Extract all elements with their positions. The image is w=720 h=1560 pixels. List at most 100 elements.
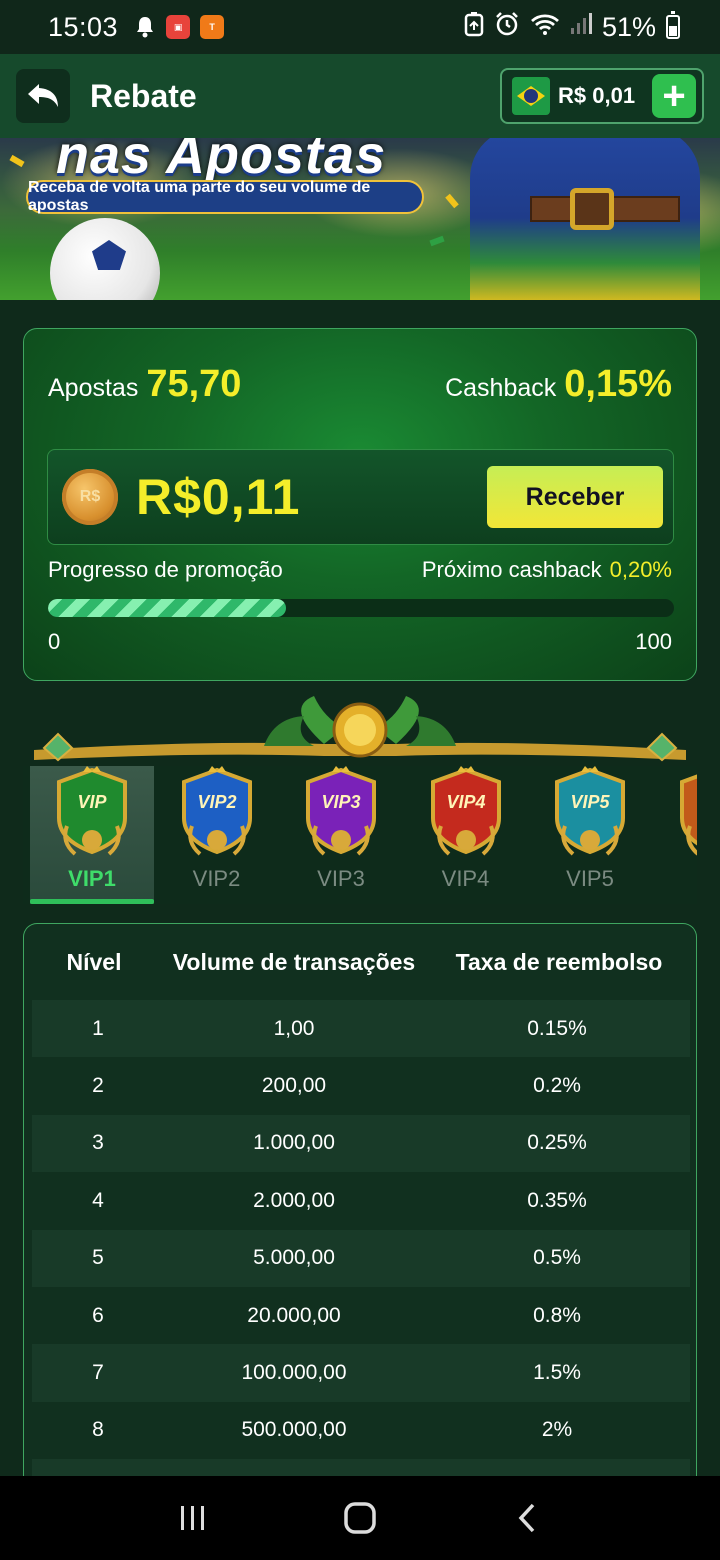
vip-ornament-decoration [34,696,686,762]
vip-tab-1[interactable]: VIP VIP1 [30,766,154,904]
vip-badge-text: VIP2 [197,792,236,812]
vip-badge-icon: VIP2 [181,766,252,856]
back-nav-button[interactable] [497,1488,557,1548]
brazil-flag-icon [512,77,550,115]
vip-badge-icon: VIP [57,766,127,856]
balance-amount: R$ 0,01 [558,83,636,108]
balance-box[interactable]: R$ 0,01 + [500,68,704,124]
rate-cell: 0.35% [527,1188,587,1212]
vip-tab-4[interactable]: VIP4 VIP4 [404,766,528,904]
volume-cell: 1,00 [273,1016,315,1040]
table-row: 8 500.000,00 2% [32,1402,690,1459]
cashback-value: 0,15% [564,363,672,405]
vip-tab-label: VIP3 [317,866,365,891]
header-rate: Taxa de reembolso [455,948,663,975]
cashback-card: Apostas 75,70 Cashback 0,15% R$ R$0,11 R… [23,328,697,681]
progress-fill [48,599,286,617]
vip-badge-icon: VIP3 [306,766,376,856]
level-cell: 5 [92,1246,104,1270]
bets-label: Apostas [48,374,139,402]
progress-max: 100 [635,629,672,654]
volume-cell: 1.000,00 [253,1131,335,1155]
battery-icon [666,11,680,39]
storage-icon [464,11,484,44]
progress-bar [48,599,674,617]
table-row: 2 200,00 0.2% [32,1057,690,1114]
home-icon [344,1502,376,1534]
recent-apps-button[interactable] [163,1488,223,1548]
rebate-table: Nível Volume de transações Taxa de reemb… [23,923,697,1483]
volume-cell: 100.000,00 [241,1361,347,1385]
vip-badge-icon [679,774,697,856]
bell-icon [134,15,156,39]
table-row: 7 100.000,00 1.5% [32,1344,690,1402]
battery-percent: 51% [601,11,656,42]
header-level: Nível [66,948,122,975]
vip-tab-label: VIP5 [566,866,614,891]
home-button[interactable] [330,1488,390,1548]
progress-min: 0 [48,629,61,654]
page-title: Rebate [90,77,197,114]
alarm-icon [494,11,520,44]
rate-cell: 0.25% [527,1131,587,1155]
vip-badge-text: VIP [77,792,107,812]
vip-tab-label: VIP2 [192,866,241,891]
bets-value: 75,70 [146,363,242,405]
level-cell: 3 [92,1131,104,1155]
progress-label: Progresso de promoção [48,557,283,582]
app-icon: ▣ [166,15,191,39]
vip-tab-label: VIP4 [441,866,490,891]
back-chevron-icon [518,1503,534,1533]
rate-cell: 0.2% [533,1074,581,1098]
recent-apps-icon [181,1506,205,1530]
banner-subtitle: Receba de volta uma parte do seu volume … [26,179,424,214]
level-cell: 2 [92,1074,104,1098]
status-time: 15:03 [48,11,119,42]
vip-tab-2[interactable]: VIP2 VIP2 [155,766,279,904]
table-row: 4 2.000,00 0.35% [32,1172,690,1229]
volume-cell: 5.000,00 [253,1246,335,1270]
status-bar: 15:03 ▣ T 51% [0,0,720,54]
vip-tab-3[interactable]: VIP3 VIP3 [279,766,403,904]
header-volume: Volume de transações [172,948,416,975]
header: Rebate R$ 0,01 + [0,54,720,138]
level-cell: 6 [92,1303,104,1327]
vip-tab-label: VIP1 [68,866,116,891]
rate-cell: 0.5% [533,1246,581,1270]
volume-cell: 2.000,00 [253,1188,335,1212]
back-arrow-icon [28,84,58,107]
vip-badge-text: VIP3 [321,792,360,812]
next-cashback-label: Próximo cashback [421,557,602,582]
cashback-amount: R$0,11 [136,469,301,525]
volume-cell: 500.000,00 [241,1418,347,1442]
signal-icon [570,12,592,43]
table-row: 3 1.000,00 0.25% [32,1114,690,1173]
soccer-ball-icon [50,218,160,300]
table-header: Nível Volume de transações Taxa de reemb… [24,924,696,1000]
rate-cell: 0.8% [533,1303,581,1327]
ball-buckle-icon [570,188,614,230]
vip-tab-5[interactable]: VIP5 VIP5 [528,766,652,904]
table-row: 6 20.000,00 0.8% [32,1287,690,1344]
volume-cell: 20.000,00 [247,1303,341,1327]
vip-badge-text: VIP5 [570,792,610,812]
level-cell: 1 [92,1016,104,1040]
vip-tab-6[interactable]: V [653,766,697,904]
vip-badge-text: VIP4 [446,792,485,812]
level-cell: 4 [92,1188,104,1212]
vip-level-tabs: VIP VIP1 VIP2 VIP2 VIP3 VIP3 VIP4 VIP4 VIP5 VIP5 V [23,766,697,904]
table-row: 5 5.000,00 0.5% [32,1229,690,1287]
promo-banner: nas Apostas Receba de volta uma parte do… [0,138,720,300]
table-body: 1 1,00 0.15% 2 200,00 0.2% 3 1.000,00 0.25% 4 2.00… [32,1000,690,1483]
add-funds-button[interactable]: + [652,74,696,118]
level-cell: 8 [92,1418,104,1442]
next-cashback-value: 0,20% [609,557,672,582]
receive-button[interactable]: Receber [487,466,663,528]
table-row: 1 1,00 0.15% [32,1000,690,1058]
volume-cell: 200,00 [261,1074,327,1098]
cashback-label: Cashback [445,374,557,402]
wifi-icon [530,12,560,43]
system-nav-bar [0,1476,720,1560]
vip-badge-icon: VIP4 [430,766,501,856]
back-button[interactable] [16,69,70,123]
